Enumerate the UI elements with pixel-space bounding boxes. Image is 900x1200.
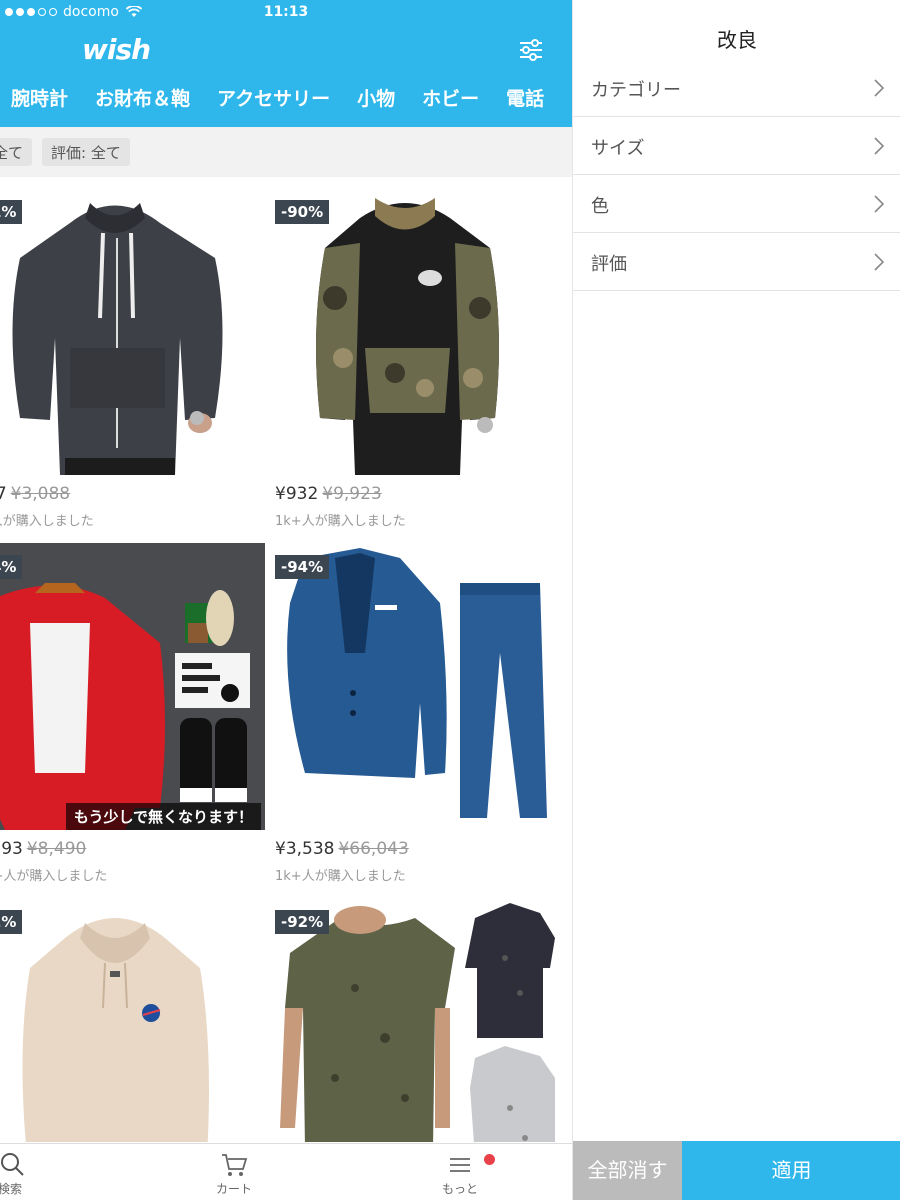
original-price: ¥66,043 [338,839,409,859]
discount-badge: -94% [275,555,330,579]
sliders-icon [520,39,542,61]
filter-chips: 全て 評価: 全て [0,127,572,177]
product-image: もう少しで無くなります！ [0,543,265,830]
product-image [0,898,265,1142]
category-tab[interactable]: ホビー [422,84,479,111]
search-icon [1,1153,24,1176]
tab-search-label: 検索 [0,1182,22,1196]
current-price: ¥932 [275,484,319,504]
tab-cart-label: カート [215,1182,252,1196]
tab-search[interactable]: 検索 [0,1152,50,1197]
chevron-right-icon [874,253,885,271]
apply-button[interactable]: 適用 [682,1141,900,1200]
discount-badge: 4% [0,555,23,579]
refine-row-rating[interactable]: 評価 [573,232,900,291]
purchase-count: 1k+人が購入しました [275,514,406,529]
original-price: ¥9,923 [322,484,382,504]
panel-title: 改良 [717,28,757,52]
product-card[interactable]: -90% ¥932 ¥9,923 1k+人が購入しました [265,178,555,533]
product-price: ¥3,538 ¥66,043 [275,839,409,859]
purchase-count: -人が購入しました [0,514,94,529]
category-tab[interactable]: 小物 [357,84,395,111]
tab-cart[interactable]: カート [194,1152,274,1197]
refine-row-label: カテゴリー [591,80,681,101]
tab-more-label: もっと [441,1182,478,1196]
clear-all-button[interactable]: 全部消す [573,1141,682,1200]
discount-badge: -92% [275,910,330,934]
product-card[interactable]: -92% [265,888,555,1142]
refine-row-label: 評価 [591,254,627,275]
product-price: ¥932 ¥9,923 [275,484,382,504]
product-image [265,188,555,475]
category-tabs: 腕時計 お財布＆鞄 アクセサリー 小物 ホビー 電話 [0,84,572,124]
current-price: ,293 [0,839,23,859]
bottom-tab-bar: 検索 カート もっと [0,1143,572,1200]
product-card[interactable]: 2% [0,888,265,1142]
product-card[interactable]: もう少しで無くなります！ 4% ,293¥8,490 k+人が購入しました [0,533,265,888]
discount-badge: -90% [275,200,330,224]
current-price: 67 [0,484,7,504]
refine-row-label: サイズ [591,138,645,159]
category-tab[interactable]: アクセサリー [217,84,330,111]
status-time: 11:13 [263,4,309,20]
rating-filter-chip[interactable]: 評価: 全て [42,138,130,166]
menu-icon [450,1158,470,1172]
category-tab[interactable]: お財布＆鞄 [95,84,190,111]
current-price: ¥3,538 [275,839,335,859]
original-price: ¥8,490 [26,839,87,859]
purchase-count: k+人が購入しました [0,869,108,884]
product-image [265,898,555,1142]
product-image [0,188,265,475]
refine-row-color[interactable]: 色 [573,174,900,233]
wish-logo: wish [82,33,151,66]
refine-row-category[interactable]: カテゴリー [573,58,900,117]
filter-settings-button[interactable] [516,36,546,64]
filter-chip[interactable]: 全て [0,138,33,166]
category-tab[interactable]: 電話 [506,84,544,111]
discount-badge: 1% [0,200,23,224]
product-card[interactable]: -94% ¥3,538 ¥66,043 1k+人が購入しました [265,533,555,888]
app-header: docomo 11:13 wish 腕時計 お財布＆鞄 アクセサリー 小物 ホビー電 [0,0,572,127]
cart-icon [222,1154,248,1176]
original-price: ¥3,088 [10,484,71,504]
product-price: ,293¥8,490 [0,839,86,859]
status-bar: docomo 11:13 [0,0,572,26]
chevron-right-icon [874,195,885,213]
refine-panel: 改良 カテゴリー サイズ 色 評価 全部消す 適用 [572,0,900,1200]
product-price: 67¥3,088 [0,484,70,504]
product-card[interactable]: 1% 67¥3,088 -人が購入しました [0,178,265,533]
chevron-right-icon [874,79,885,97]
discount-badge: 2% [0,910,23,934]
category-tab[interactable]: 腕時計 [11,84,68,111]
refine-row-label: 色 [591,196,609,217]
product-grid: 1% 67¥3,088 -人が購入しました [0,178,572,1142]
low-stock-tag: もう少しで無くなります！ [65,803,261,830]
refine-row-size[interactable]: サイズ [573,116,900,175]
wish-app: docomo 11:13 wish 腕時計 お財布＆鞄 アクセサリー 小物 ホビー電 [0,0,572,1200]
purchase-count: 1k+人が購入しました [275,869,406,884]
chevron-right-icon [874,137,885,155]
notification-dot [484,1154,495,1165]
product-image [265,543,555,830]
